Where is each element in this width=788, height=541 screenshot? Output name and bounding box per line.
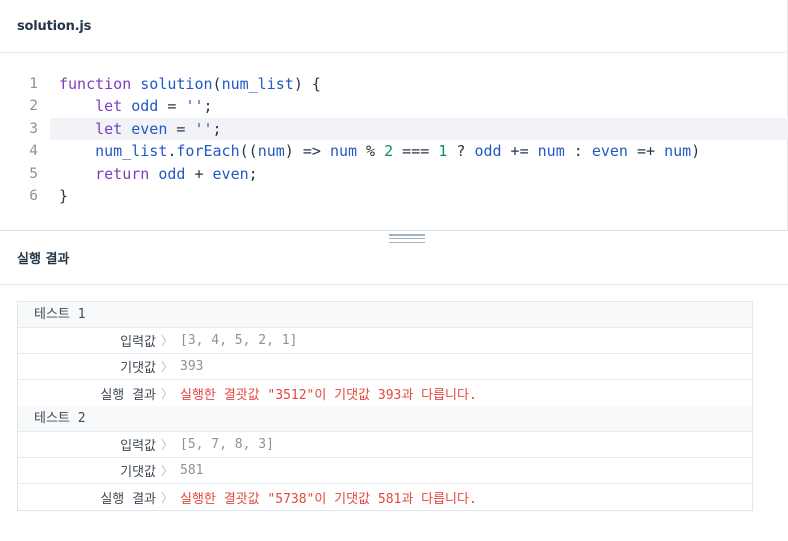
chevron-right-icon: 〉 [160,438,173,452]
result-error-message: 실행한 결괏값 "3512"이 기댓값 393과 다릅니다. [180,387,477,403]
line-number: 3 [29,120,38,137]
result-row-value: 581 [180,463,204,478]
code-token: : [564,142,592,161]
code-token: even [212,164,249,183]
line-number: 4 [29,143,38,160]
code-token: ( [212,75,222,93]
chevron-right-icon: 〉 [160,464,173,478]
code-token: = [158,97,186,116]
code-text[interactable]: let odd = ''; [50,95,788,117]
test-case-title: 테스트 2 [18,406,752,432]
code-text[interactable]: function solution(num_list) { [50,73,788,95]
test-case: 테스트 1 입력값 〉 [3, 4, 5, 2, 1] 기댓값 〉 393 실행 결과 〉 실행한… [18,302,752,406]
result-row-label: 실행 결과 [100,387,156,403]
code-text[interactable]: let even = ''; [50,117,788,140]
code-token: ) => [284,142,330,161]
code-token: ; [203,97,213,116]
line-number: 2 [29,98,38,115]
code-text[interactable]: } [50,185,788,207]
chevron-right-icon: 〉 [160,360,173,374]
code-token: even [131,119,168,138]
code-text[interactable]: return odd + even; [50,163,788,185]
result-panel: 테스트 1 입력값 〉 [3, 4, 5, 2, 1] 기댓값 〉 393 실행 결과 〉 실행한… [0,285,788,541]
code-token: ; [212,119,222,138]
code-token: num_list [221,75,294,93]
result-row-label: 실행 결과 [100,491,156,507]
code-line[interactable]: 1 function solution(num_list) { [0,73,788,95]
code-line[interactable]: 6} [0,185,788,207]
result-row: 실행 결과 〉 실행한 결괏값 "3512"이 기댓값 393과 다릅니다. [18,380,752,406]
result-row: 입력값 〉 [3, 4, 5, 2, 1] [18,328,752,354]
code-token: solution [140,75,213,93]
test-case: 테스트 2 입력값 〉 [5, 7, 8, 3] 기댓값 〉 581 실행 결과 〉 실행한 결괏… [18,406,752,510]
code-line[interactable]: 2 let odd = ''; [0,95,788,117]
code-text[interactable]: num_list.forEach((num) => num % 2 === 1 … [50,140,788,162]
code-line[interactable]: 3 let even = ''; [0,117,788,140]
code-token: forEach [176,142,240,161]
code-token: num [257,142,285,161]
code-token: odd [131,97,159,116]
line-number: 6 [29,188,38,204]
code-token: === [393,142,439,161]
result-row: 기댓값 〉 393 [18,354,752,380]
code-token: =+ [627,142,665,161]
code-token: ) { [293,75,321,93]
code-token: num_list [95,142,168,161]
code-token: function [59,75,141,93]
code-token: let [95,97,132,116]
code-editor[interactable]: 1 function solution(num_list) {2 let odd … [0,53,788,231]
code-token: % [357,142,385,161]
code-token: (( [239,142,258,161]
chevron-right-icon: 〉 [160,334,173,348]
file-tab-header: solution.js [0,0,788,53]
code-token: '' [185,97,204,116]
chevron-right-icon: 〉 [160,386,173,401]
chevron-right-icon: 〉 [160,490,173,505]
code-token: return [95,164,159,183]
result-row-label: 기댓값 [120,361,156,376]
code-token: '' [194,119,213,138]
code-line[interactable]: 5 return odd + even; [0,163,788,185]
result-row-value: [5, 7, 8, 3] [180,437,274,452]
result-row-label: 기댓값 [120,465,156,480]
code-token: let [95,119,132,138]
result-row-value: 393 [180,359,204,374]
code-token: even [591,142,628,161]
result-panel-title: 실행 결과 [17,252,70,267]
code-token: += [501,142,538,161]
result-row: 기댓값 〉 581 [18,458,752,484]
code-token: ; [248,164,258,183]
file-name: solution.js [17,18,92,34]
code-token: + [185,164,213,183]
result-error-message: 실행한 결괏값 "5738"이 기댓값 581과 다릅니다. [180,491,477,507]
code-token: ) [691,142,701,161]
code-token: odd [158,164,186,183]
code-token: odd [474,142,502,161]
result-row-label: 입력값 [120,335,156,350]
code-token: = [167,119,195,138]
result-row: 실행 결과 〉 실행한 결괏값 "5738"이 기댓값 581과 다릅니다. [18,484,752,510]
code-token: 1 [438,142,448,161]
code-token: num [664,142,692,161]
code-token: 2 [384,142,394,161]
result-row: 입력값 〉 [5, 7, 8, 3] [18,432,752,458]
code-line[interactable]: 4 num_list.forEach((num) => num % 2 === … [0,140,788,162]
code-token: num [329,142,358,161]
result-list: 테스트 1 입력값 〉 [3, 4, 5, 2, 1] 기댓값 〉 393 실행 결과 〉 실행한… [17,301,753,511]
test-case-title: 테스트 1 [18,302,752,328]
code-token: ? [447,142,475,161]
code-token: } [59,187,69,205]
result-row-label: 입력값 [120,439,156,454]
result-row-value: [3, 4, 5, 2, 1] [180,333,298,348]
line-number: 1 [29,76,38,92]
line-number: 5 [29,165,38,182]
code-token: num [537,142,565,161]
result-panel-header: 실행 결과 [0,231,788,285]
